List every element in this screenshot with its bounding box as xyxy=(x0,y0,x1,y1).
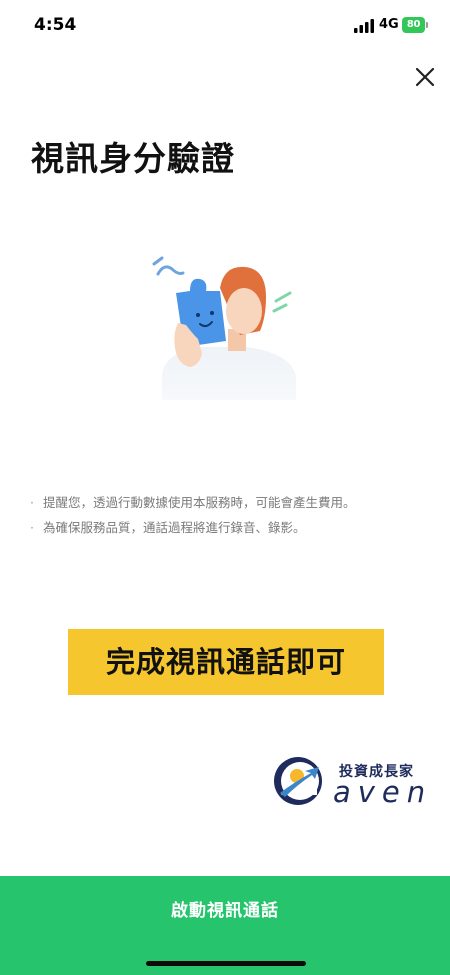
video-verification-illustration xyxy=(152,256,296,400)
notice-list: · 提醒您，透過行動數據使用本服務時，可能會產生費用。 · 為確保服務品質，通話過程… xyxy=(30,490,356,540)
brand-wordmark: aven xyxy=(333,775,433,809)
notice-text: 提醒您，透過行動數據使用本服務時，可能會產生費用。 xyxy=(43,495,356,510)
highlight-banner: 完成視訊通話即可 xyxy=(68,629,384,695)
notice-text: 為確保服務品質，通話過程將進行錄音、錄影。 xyxy=(43,520,306,535)
battery-level: 80 xyxy=(402,17,425,33)
page-title: 視訊身分驗證 xyxy=(31,139,235,178)
home-indicator xyxy=(146,961,306,966)
status-bar: 4:54 4G 80 xyxy=(0,0,450,52)
notice-item: · 提醒您，透過行動數據使用本服務時，可能會產生費用。 xyxy=(30,490,356,515)
brand-logo: 投資成長家 aven xyxy=(271,750,431,812)
network-type-label: 4G xyxy=(379,17,399,32)
status-time: 4:54 xyxy=(34,15,77,35)
start-video-call-label: 啟動視訊通話 xyxy=(171,901,279,920)
close-button[interactable] xyxy=(410,62,440,92)
notice-item: · 為確保服務品質，通話過程將進行錄音、錄影。 xyxy=(30,515,356,540)
notice-bullet: · xyxy=(30,520,34,535)
notice-bullet: · xyxy=(30,495,34,510)
battery-icon: 80 xyxy=(402,17,428,33)
brand-emblem-icon xyxy=(274,757,322,805)
close-icon xyxy=(415,67,435,87)
battery-cap xyxy=(426,22,428,28)
cellular-signal-icon xyxy=(354,19,374,33)
